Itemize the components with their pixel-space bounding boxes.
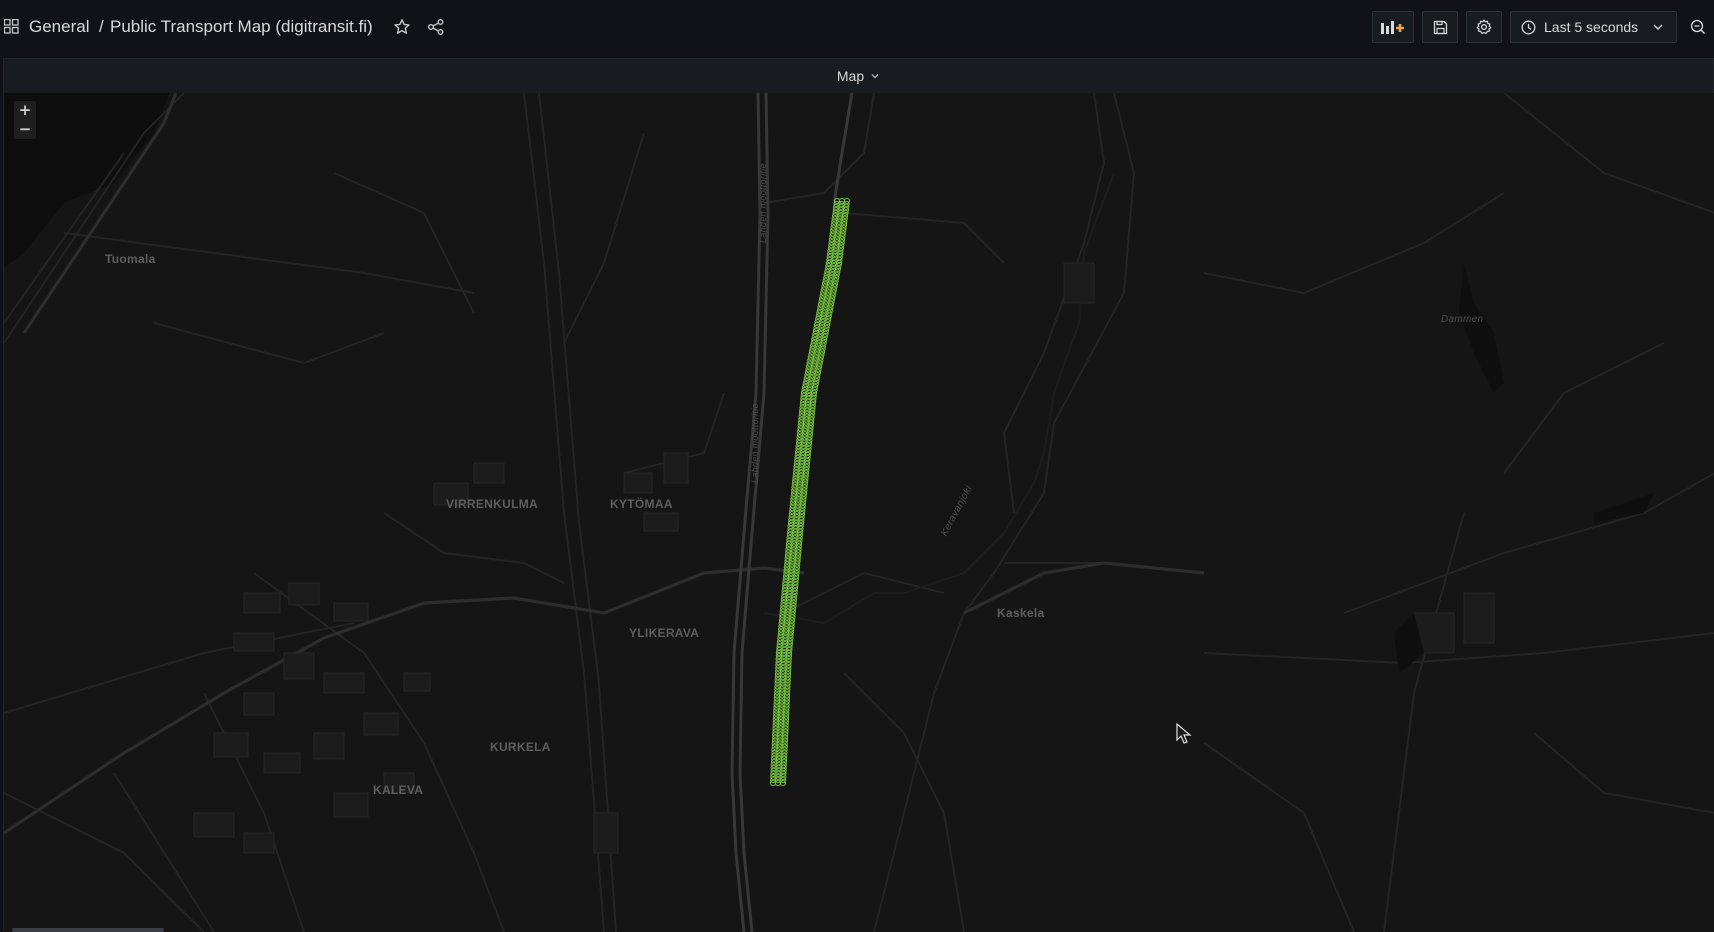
place-label: KURKELA [490, 740, 551, 754]
dashboard-title[interactable]: Public Transport Map (digitransit.fi) [110, 17, 373, 37]
map-zoom-control: + − [14, 101, 36, 139]
map-panel: Map + − Tuomala VIRRENKULMA KYTÖMAA YLIK… [3, 58, 1714, 932]
chevron-down-icon[interactable] [870, 71, 880, 81]
road-label: Lahden moottoritie [750, 403, 760, 483]
map-canvas[interactable]: + − Tuomala VIRRENKULMA KYTÖMAA YLIKERAV… [4, 93, 1714, 932]
gear-icon [1476, 19, 1492, 34]
place-label: Dammen [1441, 314, 1484, 325]
save-icon [1433, 20, 1447, 34]
road-label: Lahden moottoritie [758, 163, 768, 243]
place-label: YLIKERAVA [629, 626, 700, 640]
apps-grid-icon[interactable] [4, 19, 19, 34]
place-label: VIRRENKULMA [446, 497, 538, 511]
add-panel-button[interactable] [1372, 11, 1414, 43]
map-zoom-in-button[interactable]: + [14, 101, 36, 120]
panel-header[interactable]: Map [4, 59, 1713, 93]
save-dashboard-button[interactable] [1422, 11, 1458, 43]
vehicle-track[interactable] [769, 197, 851, 787]
zoom-out-icon [1690, 19, 1706, 35]
place-label: Kaskela [997, 606, 1045, 620]
top-navbar: General / Public Transport Map (digitran… [0, 0, 1714, 54]
dashboard-settings-button[interactable] [1466, 11, 1502, 43]
map-basemap [4, 93, 1714, 932]
breadcrumb-separator: / [99, 17, 104, 36]
add-panel-icon [1381, 21, 1404, 34]
clock-icon [1521, 20, 1536, 34]
place-label: KALEVA [373, 783, 424, 797]
place-label: Tuomala [105, 252, 156, 266]
star-icon[interactable] [393, 18, 411, 36]
share-icon[interactable] [427, 18, 445, 36]
breadcrumb-folder[interactable]: General [29, 17, 89, 37]
zoom-out-time-button[interactable] [1682, 11, 1714, 43]
panel-title[interactable]: Map [837, 68, 864, 84]
chevron-down-icon [1653, 24, 1663, 30]
place-label: KYTÖMAA [610, 497, 673, 511]
time-range-picker[interactable]: Last 5 seconds [1510, 11, 1677, 43]
horizontal-scrollbar[interactable] [12, 928, 164, 932]
time-range-label: Last 5 seconds [1544, 19, 1639, 35]
mouse-pointer-icon [1176, 723, 1192, 744]
map-zoom-out-button[interactable]: − [14, 120, 36, 139]
